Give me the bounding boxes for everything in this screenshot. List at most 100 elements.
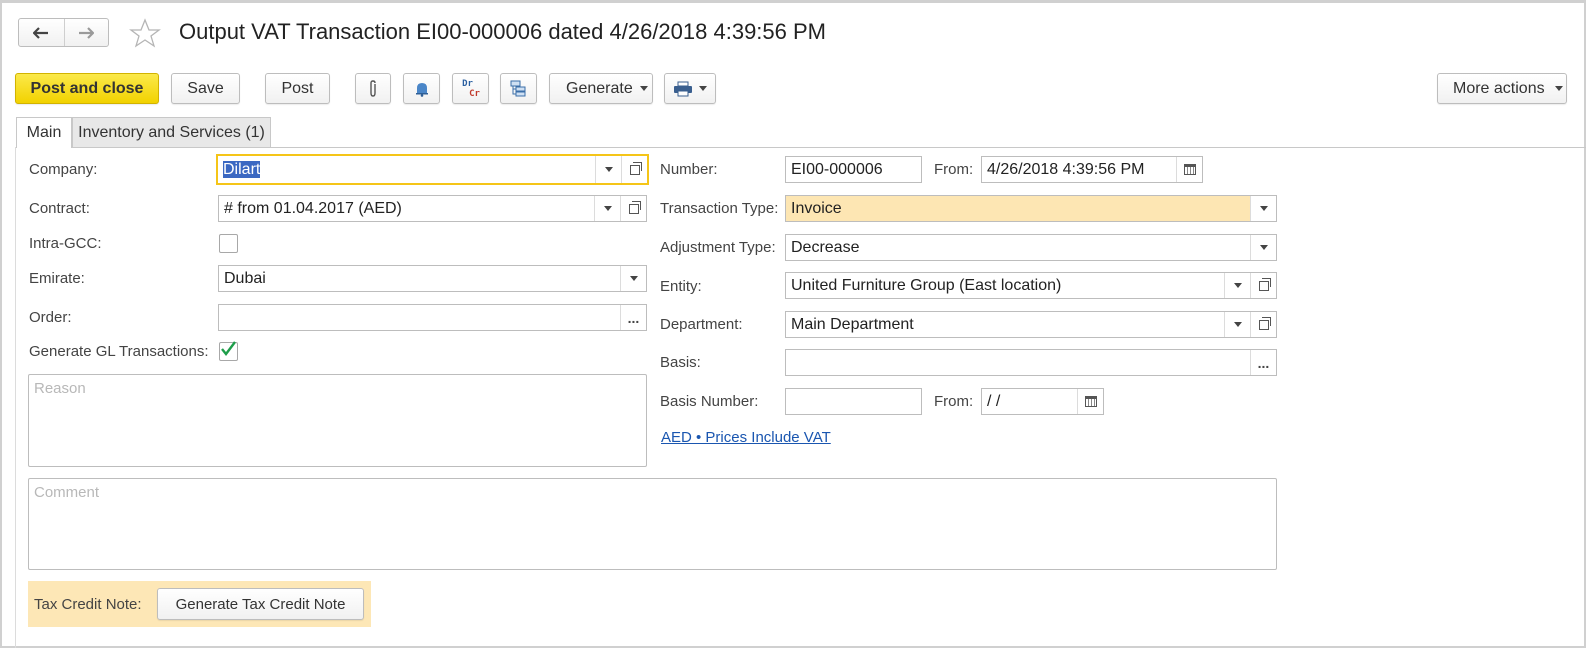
generate-gl-label: Generate GL Transactions: xyxy=(29,343,209,360)
order-field[interactable]: ... xyxy=(218,304,647,331)
currency-settings-link[interactable]: AED • Prices Include VAT xyxy=(661,428,831,448)
transaction-type-dropdown[interactable] xyxy=(1250,196,1276,221)
content-left-border xyxy=(15,147,16,648)
checkmark-icon xyxy=(221,341,236,356)
chevron-down-icon xyxy=(1233,283,1242,288)
tax-credit-panel: Tax Credit Note: Generate Tax Credit Not… xyxy=(28,581,371,627)
page-title: Output VAT Transaction EI00-000006 dated… xyxy=(179,19,827,44)
basis-from-label: From: xyxy=(934,393,974,410)
emirate-field[interactable]: Dubai xyxy=(218,265,647,292)
department-open[interactable] xyxy=(1250,312,1276,337)
reminder-button[interactable] xyxy=(403,73,440,104)
company-field[interactable]: Dilart xyxy=(216,154,649,185)
adjustment-type-field[interactable]: Decrease xyxy=(785,234,1277,261)
basis-select-button[interactable]: ... xyxy=(1250,350,1276,375)
transaction-type-field[interactable]: Invoice xyxy=(785,195,1277,222)
chevron-down-icon xyxy=(629,276,638,281)
number-label: Number: xyxy=(660,161,718,178)
chevron-down-icon xyxy=(699,86,707,91)
open-icon xyxy=(629,161,642,175)
adjustment-type-label: Adjustment Type: xyxy=(660,239,776,256)
department-dropdown[interactable] xyxy=(1224,312,1250,337)
contract-open[interactable] xyxy=(620,196,646,221)
entity-value: United Furniture Group (East location) xyxy=(791,276,1062,294)
entity-open[interactable] xyxy=(1250,273,1276,298)
company-open[interactable] xyxy=(621,156,647,183)
chevron-down-icon xyxy=(1233,322,1242,327)
intra-gcc-checkbox[interactable] xyxy=(219,234,238,253)
more-actions-label: More actions xyxy=(1453,79,1545,97)
emirate-value: Dubai xyxy=(224,269,266,287)
chevron-down-icon xyxy=(1259,245,1268,250)
entity-field[interactable]: United Furniture Group (East location) xyxy=(785,272,1277,299)
attach-button[interactable] xyxy=(355,73,391,104)
dr-cr-button[interactable]: Dr Cr xyxy=(452,73,489,104)
contract-value: # from 01.04.2017 (AED) xyxy=(224,199,402,217)
forward-button[interactable] xyxy=(63,19,109,46)
company-dropdown[interactable] xyxy=(595,156,621,183)
open-icon xyxy=(1258,277,1271,291)
department-field[interactable]: Main Department xyxy=(785,311,1277,338)
generate-label: Generate xyxy=(566,79,633,97)
date-picker-button[interactable] xyxy=(1176,157,1202,182)
chevron-down-icon xyxy=(604,167,613,172)
generate-button[interactable]: Generate xyxy=(549,73,653,104)
print-button[interactable] xyxy=(664,73,716,104)
ellipsis-icon: ... xyxy=(1257,354,1270,371)
contract-label: Contract: xyxy=(29,200,90,217)
tab-strip-line xyxy=(16,147,1586,148)
comment-textarea[interactable]: Comment xyxy=(28,478,1277,570)
department-value: Main Department xyxy=(791,315,914,333)
favorite-button[interactable] xyxy=(129,18,161,48)
chevron-down-icon xyxy=(1259,206,1268,211)
reason-textarea[interactable]: Reason xyxy=(28,374,647,467)
adjustment-type-value: Decrease xyxy=(791,238,860,256)
open-icon xyxy=(628,200,641,214)
basis-date-picker-button[interactable] xyxy=(1077,389,1103,414)
generate-gl-checkbox[interactable] xyxy=(219,341,238,361)
more-actions-button[interactable]: More actions xyxy=(1437,73,1567,104)
chevron-down-icon xyxy=(603,206,612,211)
tab-inventory-and-services[interactable]: Inventory and Services (1) xyxy=(72,117,271,147)
date-field[interactable]: 4/26/2018 4:39:56 PM xyxy=(981,156,1203,183)
arrow-left-icon xyxy=(33,26,49,39)
adjustment-type-dropdown[interactable] xyxy=(1250,235,1276,260)
bell-icon xyxy=(415,82,428,97)
basis-date-field[interactable]: / / xyxy=(981,388,1104,415)
printer-icon xyxy=(674,81,692,96)
back-button[interactable] xyxy=(19,19,64,46)
basis-date-value: / / xyxy=(987,392,1001,410)
post-button[interactable]: Post xyxy=(265,73,330,104)
open-icon xyxy=(1258,316,1271,330)
emirate-dropdown[interactable] xyxy=(620,266,646,291)
hierarchy-icon xyxy=(510,80,525,96)
company-value: Dilart xyxy=(223,160,261,178)
arrow-right-icon xyxy=(79,26,95,39)
entity-label: Entity: xyxy=(660,278,702,295)
contract-field[interactable]: # from 01.04.2017 (AED) xyxy=(218,195,647,222)
calendar-icon xyxy=(1084,396,1097,407)
number-field[interactable]: EI00-000006 xyxy=(785,156,922,183)
generate-tax-credit-note-button[interactable]: Generate Tax Credit Note xyxy=(157,588,364,620)
basis-number-field[interactable] xyxy=(785,388,922,415)
paperclip-icon xyxy=(370,79,376,97)
number-value: EI00-000006 xyxy=(791,160,883,178)
order-select-button[interactable]: ... xyxy=(620,305,646,330)
tab-main[interactable]: Main xyxy=(16,117,72,148)
date-value: 4/26/2018 4:39:56 PM xyxy=(987,160,1145,178)
emirate-label: Emirate: xyxy=(29,270,85,287)
structure-button[interactable] xyxy=(500,73,537,104)
company-label: Company: xyxy=(29,161,98,178)
chevron-down-icon xyxy=(1554,86,1563,91)
history-nav xyxy=(18,18,109,47)
basis-label: Basis: xyxy=(660,354,701,371)
chevron-down-icon xyxy=(639,86,648,91)
basis-field[interactable]: ... xyxy=(785,349,1277,376)
comment-placeholder: Comment xyxy=(34,484,100,501)
contract-dropdown[interactable] xyxy=(594,196,620,221)
post-and-close-button[interactable]: Post and close xyxy=(15,73,159,104)
entity-dropdown[interactable] xyxy=(1224,273,1250,298)
transaction-type-value: Invoice xyxy=(791,199,842,217)
reason-placeholder: Reason xyxy=(34,380,86,397)
save-button[interactable]: Save xyxy=(171,73,240,104)
